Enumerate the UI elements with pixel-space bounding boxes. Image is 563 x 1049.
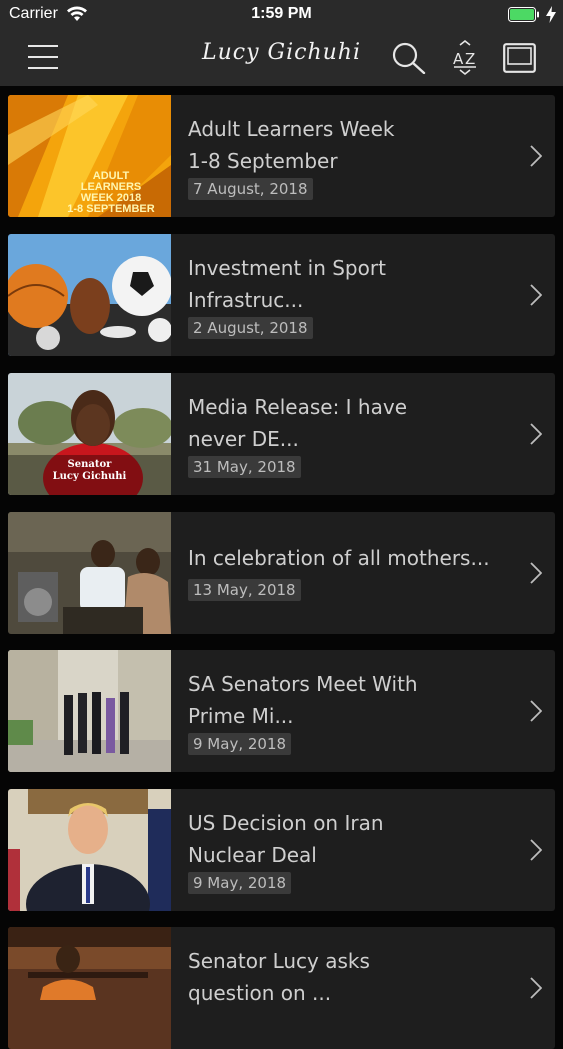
article-card[interactable]: In celebration of all mothers... 13 May,… [8, 512, 555, 634]
tablet-view-icon[interactable] [503, 43, 536, 73]
article-date: 7 August, 2018 [188, 178, 313, 200]
article-card[interactable]: US Decision on Iran Nuclear Deal 9 May, … [8, 789, 555, 911]
nav-bar: Lucy Gichuhi A Z [0, 30, 563, 86]
chevron-right-icon [530, 562, 542, 584]
chevron-right-icon [530, 423, 542, 445]
clock: 1:59 PM [251, 5, 312, 22]
chevron-right-icon [530, 839, 542, 861]
article-date: 2 August, 2018 [188, 317, 313, 339]
chevron-right-icon [530, 284, 542, 306]
article-thumbnail [8, 650, 171, 772]
article-headline: SA Senators Meet With Prime Mi... [188, 672, 418, 728]
article-card[interactable]: Investment in Sport Infrastruc... 2 Augu… [8, 234, 555, 356]
thumbnail-caption: Senator Lucy Gichuhi [52, 459, 127, 482]
status-bar: Carrier 1:59 PM [0, 0, 563, 30]
article-date: 31 May, 2018 [188, 456, 301, 478]
search-icon[interactable] [392, 42, 426, 74]
svg-text:Z: Z [465, 50, 475, 68]
article-headline: In celebration of all mothers... [188, 546, 490, 570]
article-headline: Senator Lucy asks question on ... [188, 949, 370, 1005]
article-date: 13 May, 2018 [188, 579, 301, 601]
article-date: 9 May, 2018 [188, 733, 292, 755]
article-card[interactable]: ADULT LEARNERS WEEK 2018 1-8 SEPTEMBER A… [8, 95, 555, 217]
thumbnail-caption: ADULT LEARNERS WEEK 2018 1-8 SEPTEMBER [67, 170, 155, 215]
article-headline: Adult Learners Week 1-8 September [188, 117, 395, 173]
article-thumbnail [8, 234, 171, 356]
battery-icon [508, 7, 539, 22]
chevron-right-icon [530, 145, 542, 167]
article-card[interactable]: Senator Lucy Gichuhi Media Release: I ha… [8, 373, 555, 495]
article-headline: Investment in Sport Infrastruc... [188, 256, 386, 312]
charging-bolt-icon [546, 6, 556, 23]
article-card[interactable]: Senator Lucy asks question on ... [8, 927, 555, 1049]
chevron-right-icon [530, 700, 542, 722]
article-headline: US Decision on Iran Nuclear Deal [188, 811, 384, 867]
article-thumbnail [8, 789, 171, 911]
article-headline: Media Release: I have never DE... [188, 395, 407, 451]
sort-az-icon[interactable]: A Z [450, 40, 480, 76]
chevron-right-icon [530, 977, 542, 999]
article-date: 9 May, 2018 [188, 872, 292, 894]
article-card[interactable]: SA Senators Meet With Prime Mi... 9 May,… [8, 650, 555, 772]
article-thumbnail [8, 512, 171, 634]
article-thumbnail [8, 927, 171, 1049]
svg-text:A: A [453, 50, 464, 68]
